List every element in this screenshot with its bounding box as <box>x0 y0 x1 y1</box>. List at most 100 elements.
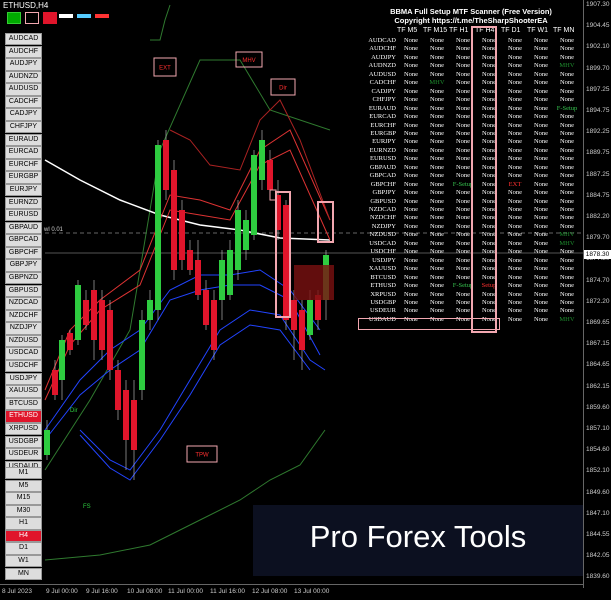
symbol-button-eurjpy[interactable]: EURJPY <box>5 183 42 197</box>
symbol-button-audcad[interactable]: AUDCAD <box>5 33 42 46</box>
scanner-cell: None <box>429 113 445 121</box>
symbol-button-audchf[interactable]: AUDCHF <box>5 45 42 58</box>
timeframe-button-m30[interactable]: M30 <box>5 504 42 518</box>
scanner-pair-label: NZDUSD <box>369 231 396 239</box>
price-axis: 1907.30 1904.45 1902.10 1899.70 1897.25 1894.… <box>583 0 611 588</box>
scanner-cell: None <box>559 45 575 53</box>
scanner-cell: None <box>533 79 549 87</box>
price-tick-label: 1862.15 <box>586 382 610 390</box>
symbol-button-eurnzd[interactable]: EURNZD <box>5 196 42 209</box>
scanner-cell: None <box>403 87 419 95</box>
scanner-cell: None <box>429 214 445 222</box>
symbol-button-eurusd[interactable]: EURUSD <box>5 209 42 222</box>
candle-body <box>203 290 209 325</box>
scanner-cell: None <box>403 172 419 180</box>
scanner-pair-label: GBPUSD <box>370 197 396 205</box>
symbol-button-euraud[interactable]: EURAUD <box>5 133 42 147</box>
timeframe-button-w1[interactable]: W1 <box>5 555 42 568</box>
scanner-cell: None <box>533 62 549 70</box>
scanner-cell: None <box>403 180 419 188</box>
symbol-button-usdchf[interactable]: USDCHF <box>5 360 42 373</box>
time-axis: 8 Jul 2023 9 Jul 00:00 9 Jul 16:00 10 Jul 0… <box>0 584 583 600</box>
price-tick-label: 1897.25 <box>586 85 610 93</box>
color-swatch-green[interactable] <box>7 12 21 24</box>
scanner-cell: None <box>507 206 523 213</box>
symbol-button-btcusd[interactable]: BTCUSD <box>5 397 42 411</box>
scanner-cell: None <box>533 315 549 323</box>
symbol-button-gbpaud[interactable]: GBPAUD <box>5 221 42 235</box>
color-swatch-white[interactable] <box>59 14 73 18</box>
candle-body <box>99 300 105 350</box>
price-tick-label: 1894.75 <box>586 107 610 114</box>
scanner-cell: None <box>429 197 445 205</box>
symbol-button-nzdusd[interactable]: NZDUSD <box>5 334 42 348</box>
symbol-button-xrpusd[interactable]: XRPUSD <box>5 422 42 436</box>
timeframe-button-m15[interactable]: M15 <box>5 492 42 505</box>
scanner-cell: None <box>403 155 419 163</box>
symbol-button-cadjpy[interactable]: CADJPY <box>5 108 42 121</box>
symbol-button-eurcad[interactable]: EURCAD <box>5 146 42 159</box>
scanner-pair-label: GBPCAD <box>369 172 396 180</box>
symbol-button-gbpnzd[interactable]: GBPNZD <box>5 271 42 285</box>
current-price-label: 1878.30 <box>584 250 611 259</box>
scanner-cell: None <box>429 172 445 180</box>
timeframe-button-d1[interactable]: D1 <box>5 542 42 555</box>
scanner-cell: None <box>533 197 549 205</box>
price-tick-label: 1902.10 <box>586 43 610 51</box>
symbol-button-gbpchf[interactable]: GBPCHF <box>5 246 42 260</box>
scanner-cell: None <box>507 155 523 163</box>
scanner-cell: None <box>507 214 523 222</box>
scanner-cell: None <box>559 222 575 230</box>
scanner-cell: None <box>559 265 575 273</box>
symbol-button-gbpcad[interactable]: GBPCAD <box>5 234 42 247</box>
symbol-button-cadchf[interactable]: CADCHF <box>5 95 42 109</box>
symbol-button-nzdjpy[interactable]: NZDJPY <box>5 322 42 335</box>
color-swatch-pink[interactable] <box>25 12 39 24</box>
scanner-pair-label: AUDUSD <box>368 70 396 78</box>
timeframe-button-h4[interactable]: H4 <box>5 529 42 543</box>
symbol-button-nzdchf[interactable]: NZDCHF <box>5 309 42 323</box>
symbol-button-usdeur[interactable]: USDEUR <box>5 448 42 461</box>
scanner-cell: None <box>507 315 523 323</box>
scanner-cell: None <box>507 113 523 121</box>
scanner-cell: None <box>403 79 419 87</box>
scanner-cell: None <box>533 248 549 256</box>
price-tick-label: 1879.70 <box>586 234 610 242</box>
symbol-button-nzdcad[interactable]: NZDCAD <box>5 297 42 310</box>
symbol-button-eurgbp[interactable]: EURGBP <box>5 171 42 184</box>
time-tick-label: 9 Jul 00:00 <box>46 588 78 595</box>
symbol-button-audjpy[interactable]: AUDJPY <box>5 58 42 71</box>
scanner-cell: None <box>559 138 575 146</box>
symbol-button-audnzd[interactable]: AUDNZD <box>5 70 42 84</box>
symbol-button-ethusd[interactable]: ETHUSD <box>5 410 42 423</box>
symbol-button-usdgbp[interactable]: USDGBP <box>5 435 42 448</box>
symbol-button-eurchf[interactable]: EURCHF <box>5 158 42 172</box>
candle-body <box>299 310 305 350</box>
scanner-cell: None <box>403 113 419 121</box>
timeframe-button-m5[interactable]: M5 <box>5 479 42 492</box>
timeframe-button-m1[interactable]: M1 <box>5 467 42 480</box>
timeframe-button-mn[interactable]: MN <box>5 567 42 581</box>
scanner-cell: EXT <box>508 180 522 188</box>
color-swatch-pinkline[interactable] <box>95 14 109 18</box>
scanner-cell: None <box>429 155 445 163</box>
symbol-button-gbpjpy[interactable]: GBPJPY <box>5 259 42 272</box>
timeframe-button-h1[interactable]: H1 <box>5 517 42 530</box>
symbol-button-usdjpy[interactable]: USDJPY <box>5 372 42 385</box>
symbol-button-usdcad[interactable]: USDCAD <box>5 347 42 360</box>
scanner-cell: None <box>507 129 523 137</box>
symbol-button-chfjpy[interactable]: CHFJPY <box>5 121 42 134</box>
scanner-cell: None <box>533 222 549 230</box>
symbol-button-xauusd[interactable]: XAUUSD <box>5 385 42 398</box>
symbol-button-gbpusd[interactable]: GBPUSD <box>5 284 42 297</box>
scanner-cell: None <box>507 282 523 290</box>
symbol-button-audusd[interactable]: AUDUSD <box>5 83 42 96</box>
scanner-cell: None <box>533 265 549 273</box>
scanner-cell: None <box>429 265 445 273</box>
scanner-cell: None <box>507 189 523 197</box>
candle-body <box>75 285 81 340</box>
color-swatch-blue[interactable] <box>77 14 91 18</box>
scanner-cell: None <box>429 104 445 112</box>
scanner-cell: None <box>533 53 549 61</box>
color-swatch-red[interactable] <box>43 12 57 24</box>
